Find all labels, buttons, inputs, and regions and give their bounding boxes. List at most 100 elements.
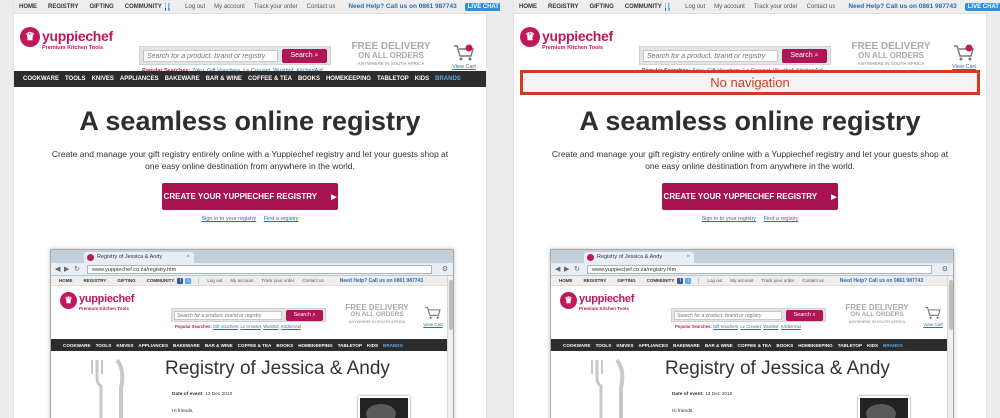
nav-community[interactable]: COMMUNITY <box>125 4 162 10</box>
category-coffee-tea[interactable]: COFFEE & TEA <box>248 76 292 82</box>
find-registry-link[interactable]: Find a registry <box>264 216 299 222</box>
browser-screenshot: Registry of Jessica & Andy × ◀ ▶ ↻ www.y… <box>550 249 954 418</box>
search-box: Search ⌕ <box>639 46 831 65</box>
cart: View Cart <box>922 306 944 327</box>
nav-home[interactable]: HOME <box>19 4 37 10</box>
category-bar-wine[interactable]: BAR & WINE <box>206 76 242 82</box>
logo[interactable]: ♛ yuppiechef Premium Kitchen Tools <box>520 25 613 57</box>
twitter-icon[interactable]: t <box>168 2 171 11</box>
cart[interactable]: View Cart <box>950 44 978 70</box>
my-account-link: My account <box>730 278 754 283</box>
my-account-link[interactable]: My account <box>214 4 245 10</box>
cart-icon <box>454 44 474 61</box>
cta-label: CREATE YOUR YUPPIECHEF REGISTRY <box>163 192 318 201</box>
track-order-link[interactable]: Track your order <box>754 4 798 10</box>
my-account-link[interactable]: My account <box>714 4 745 10</box>
play-arrow-icon: ▶ <box>831 194 837 201</box>
nav-gifting[interactable]: GIFTING <box>89 4 113 10</box>
category-books: BOOKS <box>776 342 794 348</box>
category-bakeware[interactable]: BAKEWARE <box>165 76 200 82</box>
cart: View Cart <box>422 306 444 327</box>
greeting: Hi friends, <box>672 409 694 414</box>
search-button[interactable]: Search ⌕ <box>782 49 827 63</box>
popular-link: Le Creuset <box>240 324 261 329</box>
search-input[interactable] <box>143 50 278 62</box>
search-icon: ⌕ <box>312 312 316 318</box>
nav-home[interactable]: HOME <box>519 4 537 10</box>
view-cart-link[interactable]: View Cart <box>450 64 478 70</box>
facebook-icon[interactable]: f <box>164 2 167 11</box>
category-knives[interactable]: KNIVES <box>92 76 114 82</box>
logo-tagline: Premium Kitchen Tools <box>579 306 629 311</box>
tab-title: Registry of Jessica & Andy <box>97 254 163 260</box>
cart-icon <box>954 44 974 61</box>
popular-link: KitchenAid <box>780 324 801 329</box>
logo[interactable]: ♛ yuppiechef Premium Kitchen Tools <box>20 25 113 57</box>
search-icon: ⌕ <box>814 52 819 59</box>
track-order-link[interactable]: Track your order <box>254 4 298 10</box>
view-cart-link: View Cart <box>923 322 943 327</box>
facebook-icon[interactable]: f <box>664 2 667 11</box>
nav-gifting: GIFTING <box>617 278 636 283</box>
help-phone: Need Help? Call us on 0861 987743 <box>839 277 924 284</box>
category-brands[interactable]: BRANDS <box>435 76 461 82</box>
category-brands: BRANDS <box>883 342 903 348</box>
no-navigation-annotation: No navigation <box>520 70 980 95</box>
reload-icon: ↻ <box>574 266 580 273</box>
delivery-line3: ANYWHERE IN SOUTH AFRICA <box>848 319 906 324</box>
chef-hat-icon: ♛ <box>560 292 577 309</box>
nav-gifting[interactable]: GIFTING <box>589 4 613 10</box>
nav-registry[interactable]: REGISTRY <box>48 4 78 10</box>
free-delivery-banner: FREE DELIVERY ON ALL ORDERS ANYWHERE IN … <box>847 42 935 67</box>
search-button[interactable]: Search ⌕ <box>282 49 327 63</box>
category-kids[interactable]: KIDS <box>415 76 429 82</box>
create-registry-button[interactable]: CREATE YOUR YUPPIECHEF REGISTRY ▶ <box>162 183 338 210</box>
category-nav: COOKWARE TOOLS KNIVES APPLIANCES BAKEWAR… <box>551 339 948 351</box>
category-books[interactable]: BOOKS <box>298 76 320 82</box>
top-bar: HOME REGISTRY GIFTING COMMUNITY f t Log … <box>514 0 1000 14</box>
log-out-link[interactable]: Log out <box>685 4 705 10</box>
category-bakeware: BAKEWARE <box>673 342 700 348</box>
delivery-line3: ANYWHERE IN SOUTH AFRICA <box>857 61 925 66</box>
twitter-icon[interactable]: t <box>668 2 671 11</box>
scrollbar-thumb <box>949 280 953 330</box>
category-homekeeping[interactable]: HOMEKEEPING <box>326 76 371 82</box>
create-registry-button[interactable]: CREATE YOUR YUPPIECHEF REGISTRY ▶ <box>662 183 838 210</box>
wrench-icon: ⚙ <box>941 266 948 273</box>
search-button: Search ⌕ <box>286 310 323 321</box>
wrench-icon: ⚙ <box>441 266 448 273</box>
sign-in-link[interactable]: Sign in to your registry <box>701 216 756 222</box>
contact-us-link[interactable]: Contact us <box>807 4 836 10</box>
category-kids: KIDS <box>867 342 879 348</box>
nav-registry[interactable]: REGISTRY <box>548 4 578 10</box>
find-registry-link[interactable]: Find a registry <box>764 216 799 222</box>
search-input[interactable] <box>643 50 778 62</box>
right-gutter <box>486 0 500 418</box>
category-tabletop[interactable]: TABLETOP <box>377 76 409 82</box>
nav-community[interactable]: COMMUNITY <box>625 4 662 10</box>
scrollbar <box>447 276 453 418</box>
page-content: HOME REGISTRY GIFTING COMMUNITY f t Log … <box>514 0 1000 418</box>
log-out-link[interactable]: Log out <box>185 4 205 10</box>
category-cookware[interactable]: COOKWARE <box>23 76 59 82</box>
category-tabletop: TABLETOP <box>337 342 363 348</box>
category-coffee-tea: COFFEE & TEA <box>737 342 772 348</box>
embedded-page: HOME REGISTRY GIFTING COMMUNITY f t Log … <box>551 276 948 418</box>
browser-tab: Registry of Jessica & Andy × <box>84 252 194 263</box>
category-tools[interactable]: TOOLS <box>65 76 86 82</box>
search-button-label: Search <box>790 52 813 59</box>
free-delivery-banner: FREE DELIVERY ON ALL ORDERS ANYWHERE IN … <box>347 42 435 67</box>
category-bar-wine: BAR & WINE <box>204 342 233 348</box>
cart[interactable]: View Cart <box>450 44 478 70</box>
browser-tabstrip: Registry of Jessica & Andy × <box>551 250 953 263</box>
live-chat-button[interactable]: LIVE CHAT <box>464 2 500 11</box>
top-bar: HOME REGISTRY GIFTING COMMUNITY f t Log … <box>14 0 500 14</box>
category-appliances[interactable]: APPLIANCES <box>120 76 159 82</box>
sign-in-link[interactable]: Sign in to your registry <box>201 216 256 222</box>
live-chat-button[interactable]: LIVE CHAT <box>964 2 1000 11</box>
help-phone: Need Help? Call us on 0861 987743 <box>848 3 957 10</box>
view-cart-link: View Cart <box>423 322 443 327</box>
scrollbar <box>947 276 953 418</box>
contact-us-link[interactable]: Contact us <box>307 4 336 10</box>
category-bakeware: BAKEWARE <box>173 342 200 348</box>
